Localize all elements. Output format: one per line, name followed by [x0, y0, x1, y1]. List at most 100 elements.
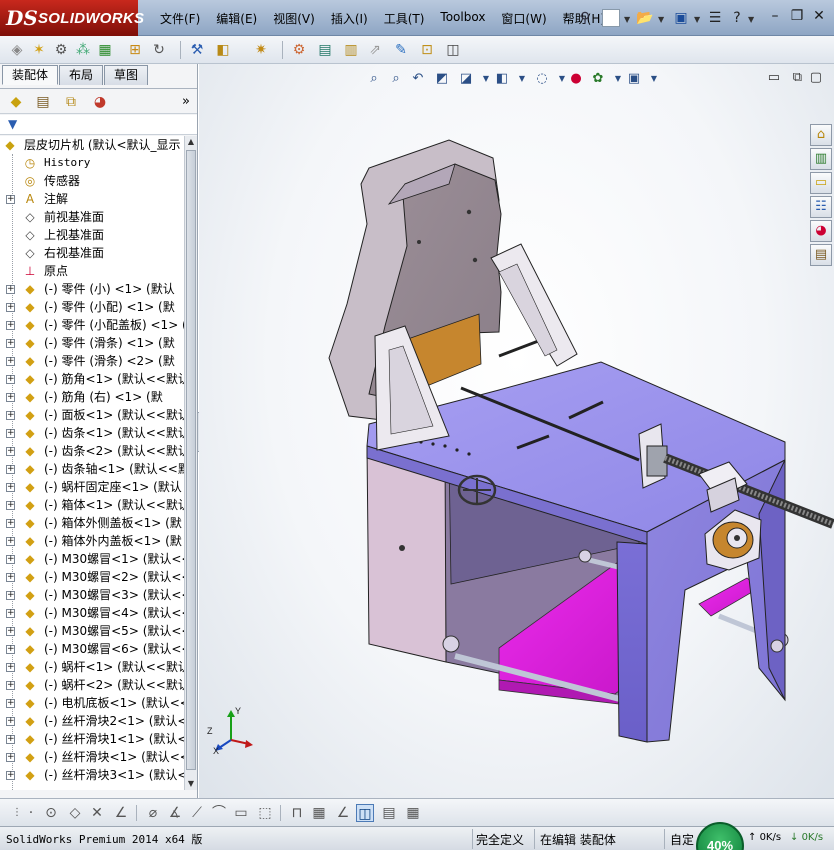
offset-entities-icon[interactable]: ∡ — [166, 804, 184, 822]
expand-toggle-icon[interactable]: + — [6, 735, 15, 744]
insert-component-icon[interactable]: ✶ — [30, 41, 48, 59]
reference-geometry-icon[interactable]: ⚙ — [290, 41, 308, 59]
options-icon[interactable]: ☰ — [706, 9, 724, 27]
open-folder-icon[interactable]: 📂 — [636, 9, 654, 27]
more-tabs-icon[interactable]: » — [176, 92, 196, 112]
tree-item[interactable]: + ◆ (-) M30螺冒<6> (默认<<默 — [0, 640, 184, 658]
tree-item[interactable]: + ◆ (-) 蜗杆固定座<1> (默认 — [0, 478, 184, 496]
linear-pattern-icon[interactable]: ▦ — [96, 41, 114, 59]
exploded-view-icon[interactable]: ⇗ — [366, 41, 384, 59]
expand-toggle-icon[interactable]: + — [6, 591, 15, 600]
minimize-icon[interactable]: – — [764, 6, 786, 26]
show-hidden-icon[interactable]: ◧ — [214, 41, 232, 59]
expand-toggle-icon[interactable]: + — [6, 195, 15, 204]
menu-toolbox[interactable]: Toolbox — [432, 10, 493, 28]
tree-item[interactable]: + ◆ (-) 面板<1> (默认<<默认 — [0, 406, 184, 424]
restore-icon[interactable]: ❐ — [786, 6, 808, 26]
tab-assembly[interactable]: 装配体 — [2, 65, 59, 85]
bill-of-materials-icon[interactable]: ▥ — [342, 41, 360, 59]
split-quad-icon[interactable]: ▦ — [404, 804, 422, 822]
tree-item[interactable]: + ◆ (-) M30螺冒<5> (默认<<默 — [0, 622, 184, 640]
point-icon[interactable]: · — [22, 804, 40, 822]
expand-toggle-icon[interactable]: + — [6, 447, 15, 456]
split-horizontal-icon[interactable]: ▤ — [380, 804, 398, 822]
trim-icon[interactable]: ✕ — [88, 804, 106, 822]
assembly-features-icon[interactable]: ✷ — [252, 41, 270, 59]
tree-item[interactable]: ◷ History — [0, 154, 184, 172]
filter-icon[interactable]: ▼ — [8, 117, 17, 131]
tree-scrollbar[interactable]: ▲ ▼ — [184, 136, 197, 790]
expand-toggle-icon[interactable]: + — [6, 501, 15, 510]
menu-edit[interactable]: 编辑(E) — [208, 10, 265, 28]
tree-item[interactable]: + ◆ (-) 电机底板<1> (默认<< — [0, 694, 184, 712]
take-snapshot-icon[interactable]: ◫ — [444, 41, 462, 59]
expand-toggle-icon[interactable]: + — [6, 627, 15, 636]
tree-item[interactable]: + ◆ (-) M30螺冒<2> (默认<<默 — [0, 568, 184, 586]
expand-toggle-icon[interactable]: + — [6, 321, 15, 330]
component-pattern-icon[interactable]: ⁂ — [74, 41, 92, 59]
expand-toggle-icon[interactable]: + — [6, 717, 15, 726]
tree-item[interactable]: ◇ 前视基准面 — [0, 208, 184, 226]
expand-toggle-icon[interactable]: + — [6, 411, 15, 420]
expand-toggle-icon[interactable]: + — [6, 699, 15, 708]
polygon-icon[interactable]: ◇ — [66, 804, 84, 822]
mirror-entities-icon[interactable]: ⟋ — [188, 804, 206, 822]
new-dropdown-icon[interactable]: ▼ — [624, 15, 630, 24]
save-icon[interactable]: ▣ — [672, 9, 690, 27]
tree-scroll-thumb[interactable] — [186, 150, 196, 770]
expand-toggle-icon[interactable]: + — [6, 771, 15, 780]
expand-toggle-icon[interactable]: + — [6, 483, 15, 492]
tab-sketch[interactable]: 草图 — [104, 65, 149, 85]
view-cube-icon[interactable]: ◫ — [356, 804, 374, 822]
menu-insert[interactable]: 插入(I) — [323, 10, 376, 28]
tree-item[interactable]: + ◆ (-) 蜗杆<2> (默认<<默认 — [0, 676, 184, 694]
tree-item[interactable]: + ◆ (-) 丝杆滑块3<1> (默认< — [0, 766, 184, 784]
expand-toggle-icon[interactable]: + — [6, 339, 15, 348]
move-component-icon[interactable]: ⊞ — [126, 41, 144, 59]
solidworks-logo[interactable]: DS SOLIDWORKS — [0, 0, 144, 36]
tree-item[interactable]: + A 注解 — [0, 190, 184, 208]
graphics-area[interactable]: ⌕ ⌕ ↶ ◩ ◪ ▼ ◧ ▼ ◌ ▼ ● ✿ ▼ ▣ ▼ ▭ ⧉ ▢ ⌂ ▥ … — [199, 64, 834, 798]
assembly-model-3d[interactable] — [199, 64, 834, 798]
expand-toggle-icon[interactable]: + — [6, 357, 15, 366]
menu-window[interactable]: 窗口(W) — [493, 10, 554, 28]
tree-item[interactable]: + ◆ (-) 丝杆滑块<1> (默认<< — [0, 748, 184, 766]
expand-toggle-icon[interactable]: + — [6, 753, 15, 762]
featuremanager-tree-icon[interactable]: ◆ — [6, 92, 26, 112]
rotate-component-icon[interactable]: ↻ — [150, 41, 168, 59]
new-motion-study-icon[interactable]: ▤ — [316, 41, 334, 59]
expand-toggle-icon[interactable]: + — [6, 681, 15, 690]
tree-item[interactable]: + ◆ (-) 筋角<1> (默认<<默认 — [0, 370, 184, 388]
dashed-rectangle-icon[interactable]: ⬚ — [256, 804, 274, 822]
menu-view[interactable]: 视图(V) — [265, 10, 323, 28]
menu-file[interactable]: 文件(F) — [152, 10, 208, 28]
help-icon[interactable]: ? — [728, 9, 746, 27]
update-speedpak-icon[interactable]: ⊡ — [418, 41, 436, 59]
tree-item[interactable]: + ◆ (-) 筋角 (右) <1> (默 — [0, 388, 184, 406]
expand-toggle-icon[interactable]: + — [6, 519, 15, 528]
expand-toggle-icon[interactable]: + — [6, 537, 15, 546]
help-dropdown-icon[interactable]: ▼ — [748, 15, 754, 24]
property-manager-icon[interactable]: ▤ — [33, 92, 53, 112]
tree-item[interactable]: ⊥ 原点 — [0, 262, 184, 280]
corner-rectangle-icon[interactable]: ▭ — [232, 804, 250, 822]
tree-item[interactable]: + ◆ (-) 零件 (小配) <1> (默 — [0, 298, 184, 316]
expand-toggle-icon[interactable]: + — [6, 609, 15, 618]
custom-units-status[interactable]: 自定 — [670, 831, 694, 848]
expand-toggle-icon[interactable]: + — [6, 285, 15, 294]
configuration-manager-icon[interactable]: ⧉ — [61, 92, 81, 112]
expand-toggle-icon[interactable]: + — [6, 555, 15, 564]
tree-item[interactable]: + ◆ (-) 齿条<2> (默认<<默认 — [0, 442, 184, 460]
tree-item[interactable]: + ◆ (-) M30螺冒<1> (默认<<默 — [0, 550, 184, 568]
expand-toggle-icon[interactable]: + — [6, 645, 15, 654]
construction-geometry-icon[interactable]: ⌒ — [210, 804, 228, 822]
smart-dimension-icon[interactable]: ⊓ — [288, 804, 306, 822]
close-icon[interactable]: ✕ — [808, 6, 830, 26]
open-dropdown-icon[interactable]: ▼ — [658, 15, 664, 24]
instant3d-icon[interactable]: ✎ — [392, 41, 410, 59]
tree-item[interactable]: + ◆ (-) 丝杆滑块2<1> (默认< — [0, 712, 184, 730]
tree-item[interactable]: + ◆ (-) M30螺冒<4> (默认<<默 — [0, 604, 184, 622]
tree-item[interactable]: + ◆ (-) 零件 (小配盖板) <1> ( — [0, 316, 184, 334]
sketch-angle-icon[interactable]: ∠ — [334, 804, 352, 822]
filter-bar[interactable]: ▼ — [0, 115, 197, 135]
